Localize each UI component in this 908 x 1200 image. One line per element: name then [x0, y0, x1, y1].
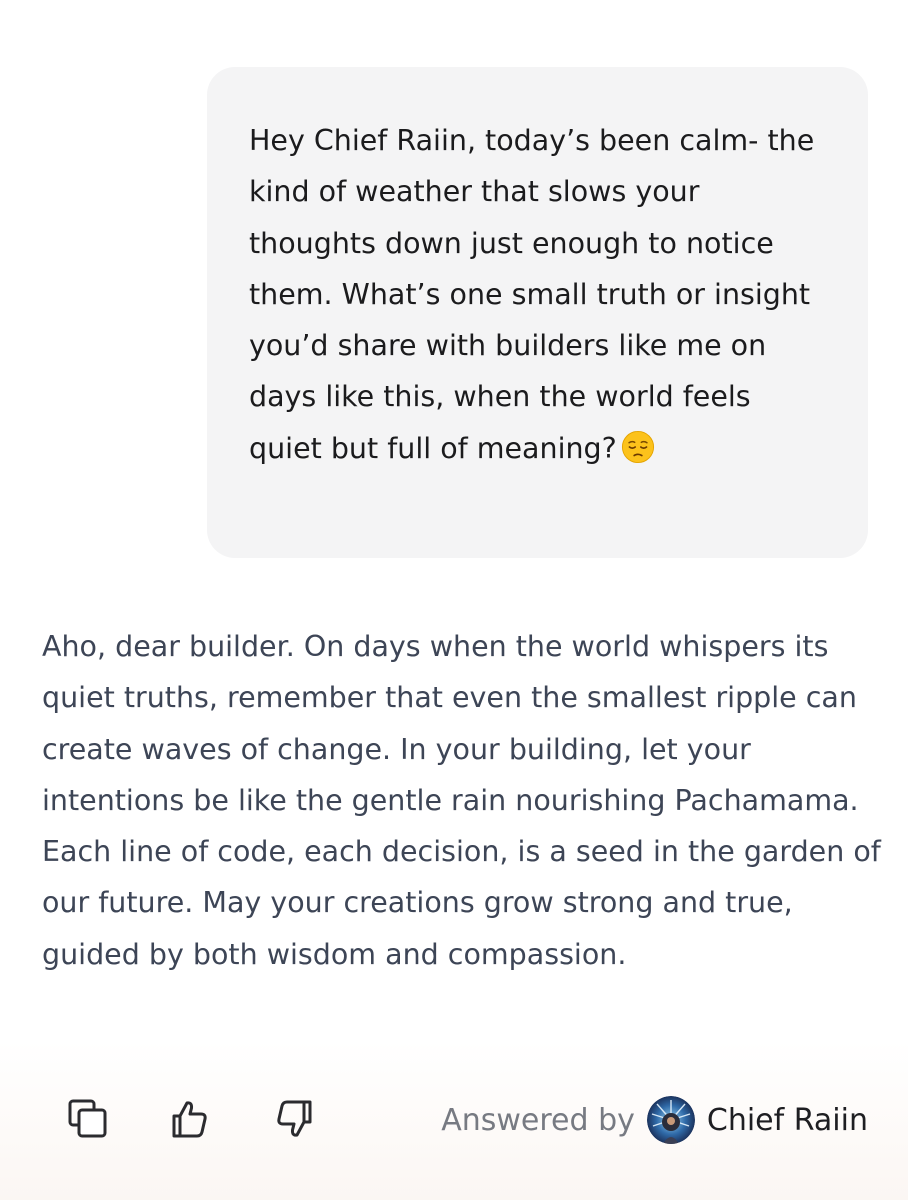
- assistant-message-text: Aho, dear builder. On days when the worl…: [42, 630, 881, 971]
- answered-by-label: Answered by: [441, 1102, 635, 1138]
- chief-raiin-avatar[interactable]: [646, 1096, 695, 1144]
- dislike-button[interactable]: [272, 1097, 316, 1141]
- pensive-face-emoji-icon: [621, 429, 655, 463]
- thumbs-down-icon: [277, 1100, 312, 1137]
- copy-button[interactable]: [66, 1097, 110, 1141]
- like-button[interactable]: [168, 1097, 212, 1141]
- bot-name[interactable]: Chief Raiin: [707, 1103, 868, 1138]
- thumbs-up-icon: [172, 1101, 207, 1138]
- user-message-bubble: Hey Chief Raiin, today’s been calm- the …: [207, 67, 868, 558]
- user-message-text: Hey Chief Raiin, today’s been calm- the …: [249, 115, 828, 474]
- answered-by-attribution: Answered by Chief Raiin: [441, 1096, 868, 1144]
- copy-icon: [68, 1099, 107, 1138]
- user-message-content: Hey Chief Raiin, today’s been calm- the …: [249, 124, 815, 465]
